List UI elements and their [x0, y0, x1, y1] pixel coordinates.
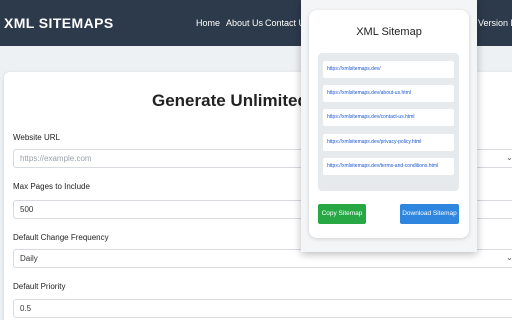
nav-link-about-us[interactable]: About Us: [226, 18, 263, 28]
sitemap-url-item[interactable]: https://xmlsitemaps.dev/privacy-policy.h…: [323, 134, 454, 151]
brand-logo[interactable]: XML SITEMAPS: [4, 15, 114, 31]
nav-link-home[interactable]: Home: [196, 18, 220, 28]
nav-link-version-history[interactable]: Version Hist: [478, 18, 512, 28]
popup-title: XML Sitemap: [356, 26, 422, 38]
sitemap-url-item[interactable]: https://xmlsitemaps.dev/contact-us.html: [323, 109, 454, 126]
default-priority-label: Default Priority: [13, 282, 66, 291]
copy-sitemap-button[interactable]: Copy Sitemap: [318, 204, 366, 224]
chevron-down-icon: ⌄: [506, 253, 512, 262]
website-url-label: Website URL: [13, 133, 60, 142]
chevron-down-icon: ⌄: [506, 153, 512, 162]
change-frequency-label: Default Change Frequency: [13, 233, 109, 242]
sitemap-url-item[interactable]: https://xmlsitemaps.dev/about-us.html: [323, 85, 454, 102]
default-priority-input[interactable]: 0.5: [13, 299, 512, 318]
sitemap-url-item[interactable]: https://xmlsitemaps.dev/terms-and-condit…: [323, 158, 454, 175]
sitemap-url-item[interactable]: https://xmlsitemaps.dev/: [323, 61, 454, 78]
max-pages-label: Max Pages to Include: [13, 182, 90, 191]
download-sitemap-button[interactable]: Download Sitemap: [400, 204, 459, 224]
